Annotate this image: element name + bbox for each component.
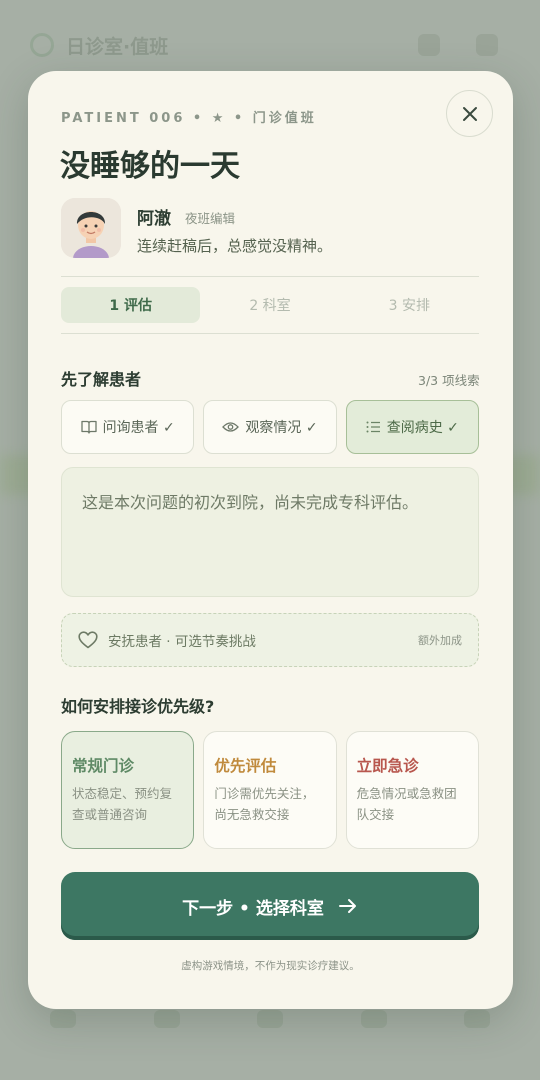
background-tab-icon [464,1010,490,1028]
divider [61,276,479,277]
observe-label: 观察情况 ✓ [245,420,318,436]
background-tab-icon [257,1010,283,1028]
background-menu-icon [418,34,440,56]
close-button[interactable] [446,90,493,137]
patient-role: 夜班编辑 [185,211,236,226]
disclaimer: 虚构游戏情境，不作为现实诊疗建议。 [181,960,360,972]
observe-button[interactable]: 观察情况 ✓ [203,400,337,454]
next-step-button[interactable]: 下一步 • 选择科室 [61,872,479,940]
check-history-button[interactable]: 查阅病史 ✓ [345,400,479,454]
app-logo-icon [30,33,54,57]
book-icon [80,420,97,434]
clue-info-box: 这是本次问题的初次到院，尚未完成专科评估。 [61,467,479,597]
step-tabs: 1 评估 2 科室 3 安排 [61,287,479,323]
priority-option-desc: 状态稳定、预约复查或普通咨询 [72,786,173,822]
priority-option-desc: 危急情况或急救团队交接 [356,786,457,822]
background-tab-icon [360,1010,387,1028]
case-title: 没睡够的一天 [60,149,240,184]
clue-section-title: 先了解患者 [61,370,142,389]
background-tabbar [50,1010,490,1065]
clue-info-text: 这是本次问题的初次到院，尚未完成专科评估。 [82,493,419,512]
clue-actions: 问询患者 ✓ 观察情况 ✓ 查阅病史 ✓ [61,400,479,454]
tab-step-assess[interactable]: 1 评估 [61,287,201,323]
avatar [61,198,121,258]
ask-patient-button[interactable]: 问询患者 ✓ [61,400,195,454]
background-settings-icon [476,34,498,56]
tab-step-arrange[interactable]: 3 安排 [340,287,479,323]
patient-eyebrow: PATIENT 006 • ★ • 门诊值班 [61,111,317,126]
ask-patient-label: 问询患者 ✓ [102,420,175,436]
background-header: 日诊室·值班 [30,28,510,62]
list-icon [366,421,380,433]
divider [61,333,479,334]
priority-option-routine[interactable]: 常规门诊 状态稳定、预约复查或普通咨询 [61,731,195,849]
check-history-label: 查阅病史 ✓ [386,420,459,436]
patient-description: 连续赶稿后，总感觉没精神。 [137,237,333,255]
bonus-tag: 额外加成 [418,634,462,647]
priority-option-emergency[interactable]: 立即急诊 危急情况或急救团队交接 [345,731,479,849]
priority-options: 常规门诊 状态稳定、预约复查或普通咨询 优先评估 门诊需优先关注，尚无急救交接 … [61,731,479,849]
clue-count: 3/3 项线索 [418,373,480,388]
next-step-label: 下一步 • 选择科室 [182,898,324,919]
priority-option-title: 优先评估 [214,757,277,775]
eye-icon [222,422,240,432]
background-tab-icon [50,1010,76,1028]
priority-option-desc: 门诊需优先关注，尚无急救交接 [214,786,315,822]
patient-modal: PATIENT 006 • ★ • 门诊值班 没睡够的一天 阿澈 夜班编辑 连续… [28,71,513,1009]
heart-icon [78,631,98,649]
background-tab-icon [153,1010,180,1028]
close-icon [462,106,477,121]
patient-avatar-icon [61,198,121,258]
background-app-title: 日诊室·值班 [66,35,169,58]
priority-option-title: 常规门诊 [72,757,135,775]
soothe-patient-bonus[interactable]: 安抚患者 · 可选节奏挑战 额外加成 [61,613,479,667]
arrow-right-icon [338,899,356,913]
bonus-label: 安抚患者 · 可选节奏挑战 [108,634,256,650]
tab-step-department[interactable]: 2 科室 [200,287,339,323]
priority-option-priority[interactable]: 优先评估 门诊需优先关注，尚无急救交接 [203,731,337,849]
patient-name: 阿澈 [137,209,171,229]
priority-option-title: 立即急诊 [356,757,419,775]
priority-section-title: 如何安排接诊优先级? [61,697,215,716]
